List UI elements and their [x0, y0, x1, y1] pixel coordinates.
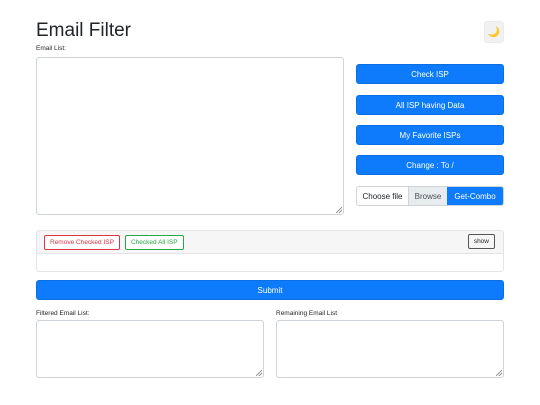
all-isp-having-data-button[interactable]: All ISP having Data	[356, 95, 504, 115]
resize-handle-icon[interactable]	[256, 370, 262, 376]
choose-file-input[interactable]: Choose file	[357, 187, 408, 205]
browse-button[interactable]: Browse	[408, 187, 447, 205]
submit-button[interactable]: Submit	[36, 280, 504, 300]
file-input-group: Choose file Browse Get-Combo	[356, 186, 504, 206]
filtered-email-list-label: Filtered Email List:	[36, 310, 90, 317]
page-title: Email Filter	[36, 20, 132, 41]
isp-panel-header: Remove Checked ISP Checked All ISP show	[36, 230, 504, 254]
get-combo-button[interactable]: Get-Combo	[447, 187, 503, 205]
email-list-label: Email List:	[36, 45, 66, 52]
resize-handle-icon[interactable]	[336, 207, 342, 213]
resize-handle-icon[interactable]	[496, 370, 502, 376]
email-filter-page: Email Filter 🌙 Email List: Check ISP All…	[0, 0, 540, 405]
change-separator-button[interactable]: Change : To /	[356, 155, 504, 175]
theme-toggle-button[interactable]: 🌙	[484, 21, 504, 43]
remaining-email-list-label: Remaining Email List	[276, 310, 338, 317]
email-list-textarea[interactable]	[36, 57, 344, 215]
moon-icon: 🌙	[487, 26, 501, 38]
show-button[interactable]: show	[467, 234, 495, 249]
remaining-email-list-textarea[interactable]	[276, 320, 504, 378]
filtered-email-list-textarea[interactable]	[36, 320, 264, 378]
remove-checked-isp-button[interactable]: Remove Checked ISP	[44, 235, 120, 250]
checked-all-isp-button[interactable]: Checked All ISP	[125, 235, 184, 250]
isp-panel-body	[36, 254, 504, 272]
my-favorite-isps-button[interactable]: My Favorite ISPs	[356, 125, 504, 145]
check-isp-button[interactable]: Check ISP	[356, 64, 504, 84]
